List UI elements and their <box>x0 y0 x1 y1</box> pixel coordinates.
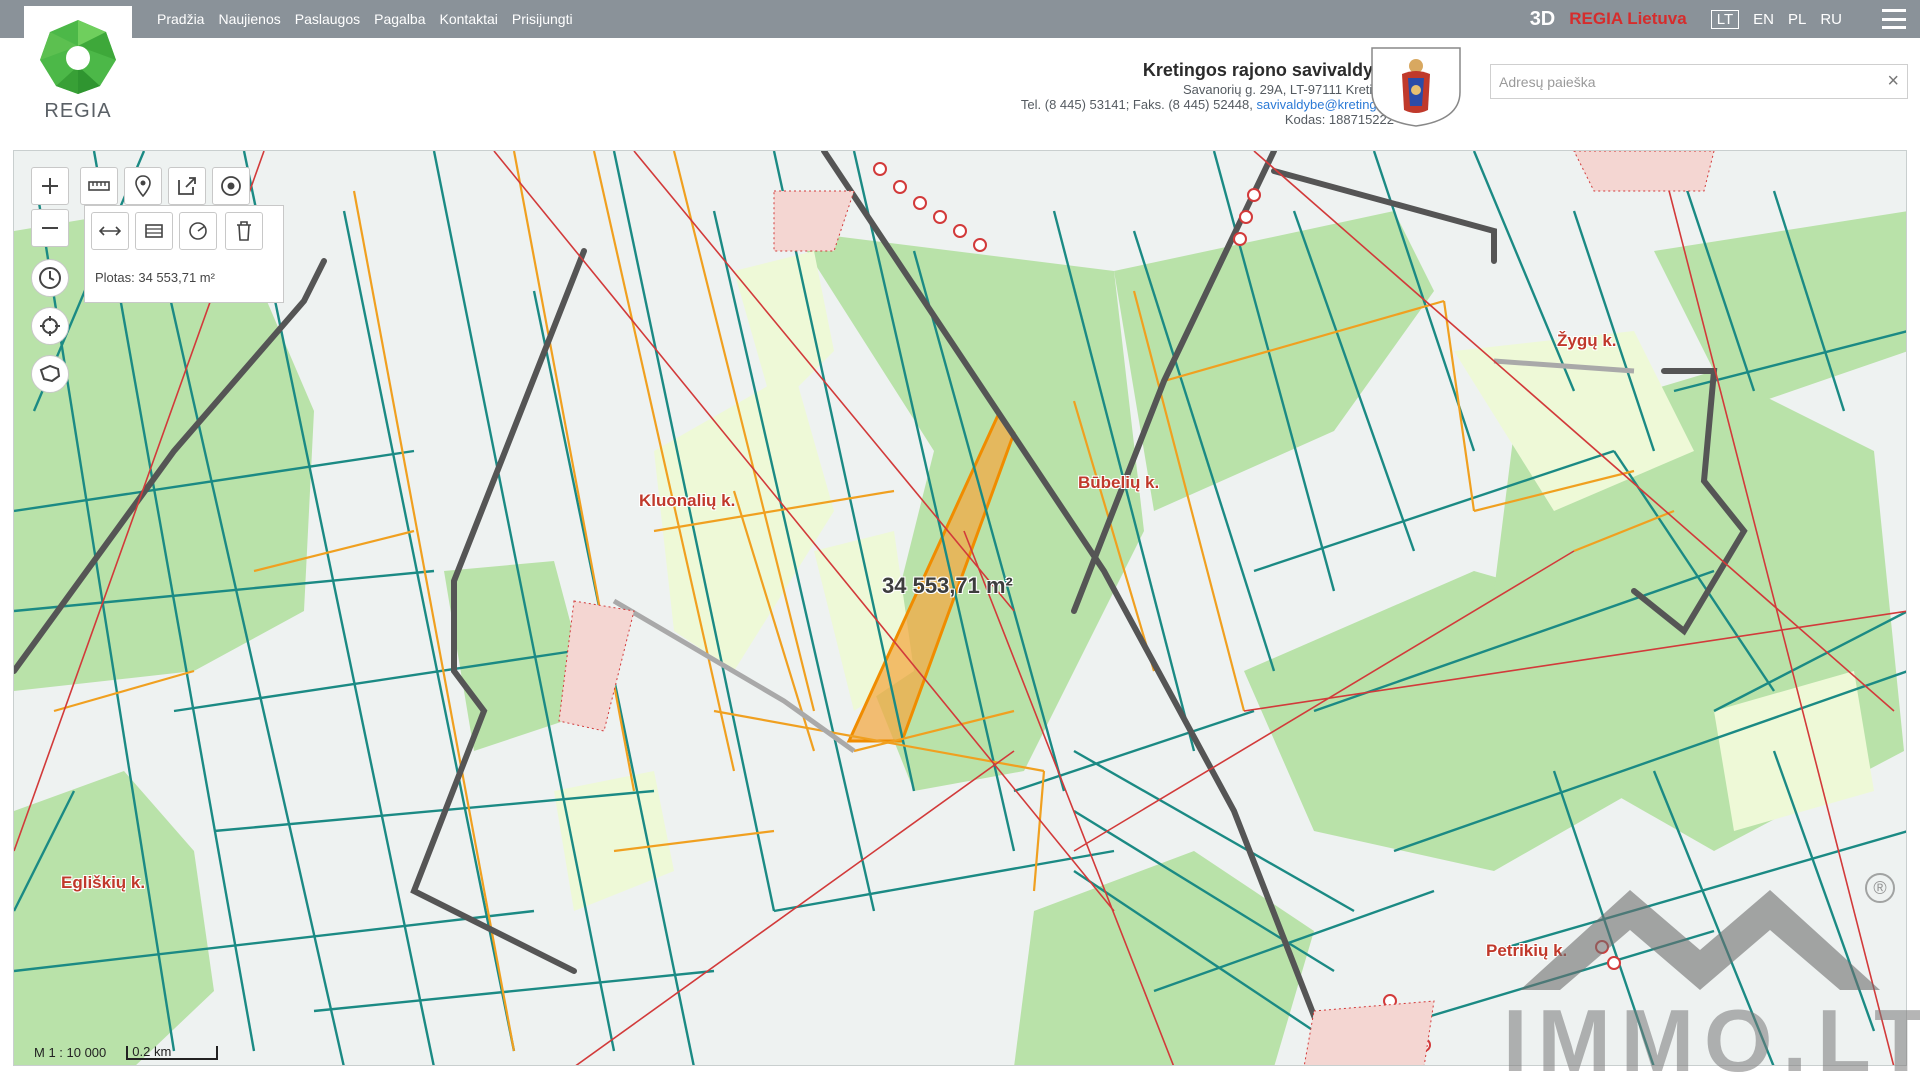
nav-kontaktai[interactable]: Kontaktai <box>440 11 498 27</box>
place-label-zygu: Žygų k. <box>1557 331 1617 350</box>
measure-area-button[interactable] <box>135 212 173 250</box>
map-pin-icon <box>135 175 151 197</box>
map-shape-button[interactable] <box>31 355 69 393</box>
top-bar: Pradžia Naujienos Paslaugos Pagalba Kont… <box>0 0 1920 38</box>
trash-icon <box>237 221 251 241</box>
minus-icon <box>42 227 58 229</box>
zoom-in-button[interactable] <box>31 167 69 205</box>
map-canvas[interactable]: Kluonalių k. Būbelių k. Žygų k. Egliškių… <box>13 150 1907 1066</box>
place-label-kluonaliu: Kluonalių k. <box>639 491 736 510</box>
distance-icon <box>99 226 121 236</box>
radius-icon <box>189 222 207 240</box>
marker-button[interactable] <box>124 167 162 205</box>
map-scale: M 1 : 10 000 0.2 km <box>34 1045 219 1060</box>
cadastral-map <box>14 151 1906 1065</box>
ruler-icon <box>88 181 110 191</box>
place-label-petrikiu: Petrikių k. <box>1486 941 1568 960</box>
nav-pagalba[interactable]: Pagalba <box>374 11 425 27</box>
zoom-out-button[interactable] <box>31 209 69 247</box>
municipality-name: Kretingos rajono savivaldybė <box>1142 60 1394 80</box>
layers-button[interactable] <box>212 167 250 205</box>
clock-icon <box>39 267 61 289</box>
target-icon <box>221 176 241 196</box>
lang-lt[interactable]: LT <box>1710 9 1740 29</box>
measure-radius-button[interactable] <box>179 212 217 250</box>
address-search-input[interactable] <box>1491 65 1871 98</box>
plus-icon <box>42 178 58 194</box>
scale-bar: 0.2 km <box>126 1045 219 1060</box>
clear-search-icon[interactable]: × <box>1887 70 1899 93</box>
crosshair-icon <box>40 316 60 336</box>
lang-ru[interactable]: RU <box>1820 11 1842 28</box>
municipality-code: Kodas: 188715222 <box>1284 112 1394 127</box>
area-icon <box>145 224 163 238</box>
history-button[interactable] <box>31 259 69 297</box>
lithuania-map-icon <box>39 364 61 383</box>
measured-area-label: 34 553,71 m² <box>882 573 1013 598</box>
measure-length-button[interactable] <box>80 167 118 205</box>
measure-panel: Plotas: 34 553,71 m² <box>84 205 284 303</box>
coat-of-arms-icon <box>1371 47 1461 127</box>
regia-logo[interactable]: REGIA <box>24 6 132 126</box>
delete-measure-button[interactable] <box>225 212 263 250</box>
top-right-controls: 3D REGIA Lietuva LT EN PL RU <box>1530 0 1906 38</box>
share-button[interactable] <box>168 167 206 205</box>
nav-paslaugos[interactable]: Paslaugos <box>295 11 360 27</box>
immo-watermark-text: IMMO.LT <box>1503 991 1920 1090</box>
measure-distance-button[interactable] <box>91 212 129 250</box>
3d-button[interactable]: 3D <box>1530 8 1556 31</box>
share-icon <box>178 177 196 195</box>
nav-prisijungti[interactable]: Prisijungti <box>512 11 573 27</box>
locate-button[interactable] <box>31 307 69 345</box>
lang-en[interactable]: EN <box>1753 11 1774 28</box>
measured-area-text: Plotas: 34 553,71 m² <box>95 270 215 285</box>
regia-logo-text: REGIA <box>44 100 112 122</box>
address-search: × <box>1490 64 1908 99</box>
municipality-info: Kretingos rajono savivaldybė Savanorių g… <box>1021 58 1394 127</box>
municipality-contacts: Tel. (8 445) 53141; Faks. (8 445) 52448,… <box>1021 97 1394 112</box>
municipality-phone: Tel. (8 445) 53141; Faks. (8 445) 52448, <box>1020 97 1253 112</box>
place-label-bubeliu: Būbelių k. <box>1078 473 1160 492</box>
regia-lietuva-link[interactable]: REGIA Lietuva <box>1569 9 1686 29</box>
regia-logo-icon <box>40 20 116 94</box>
scale-ratio: M 1 : 10 000 <box>34 1045 107 1060</box>
lang-pl[interactable]: PL <box>1788 11 1806 28</box>
municipality-address: Savanorių g. 29A, LT-97111 Kretinga <box>1182 82 1394 97</box>
nav-naujienos[interactable]: Naujienos <box>218 11 280 27</box>
menu-icon[interactable] <box>1882 9 1906 29</box>
place-label-egliskiu: Egliškių k. <box>61 873 146 892</box>
main-nav: Pradžia Naujienos Paslaugos Pagalba Kont… <box>157 0 573 38</box>
nav-pradzia[interactable]: Pradžia <box>157 11 204 27</box>
